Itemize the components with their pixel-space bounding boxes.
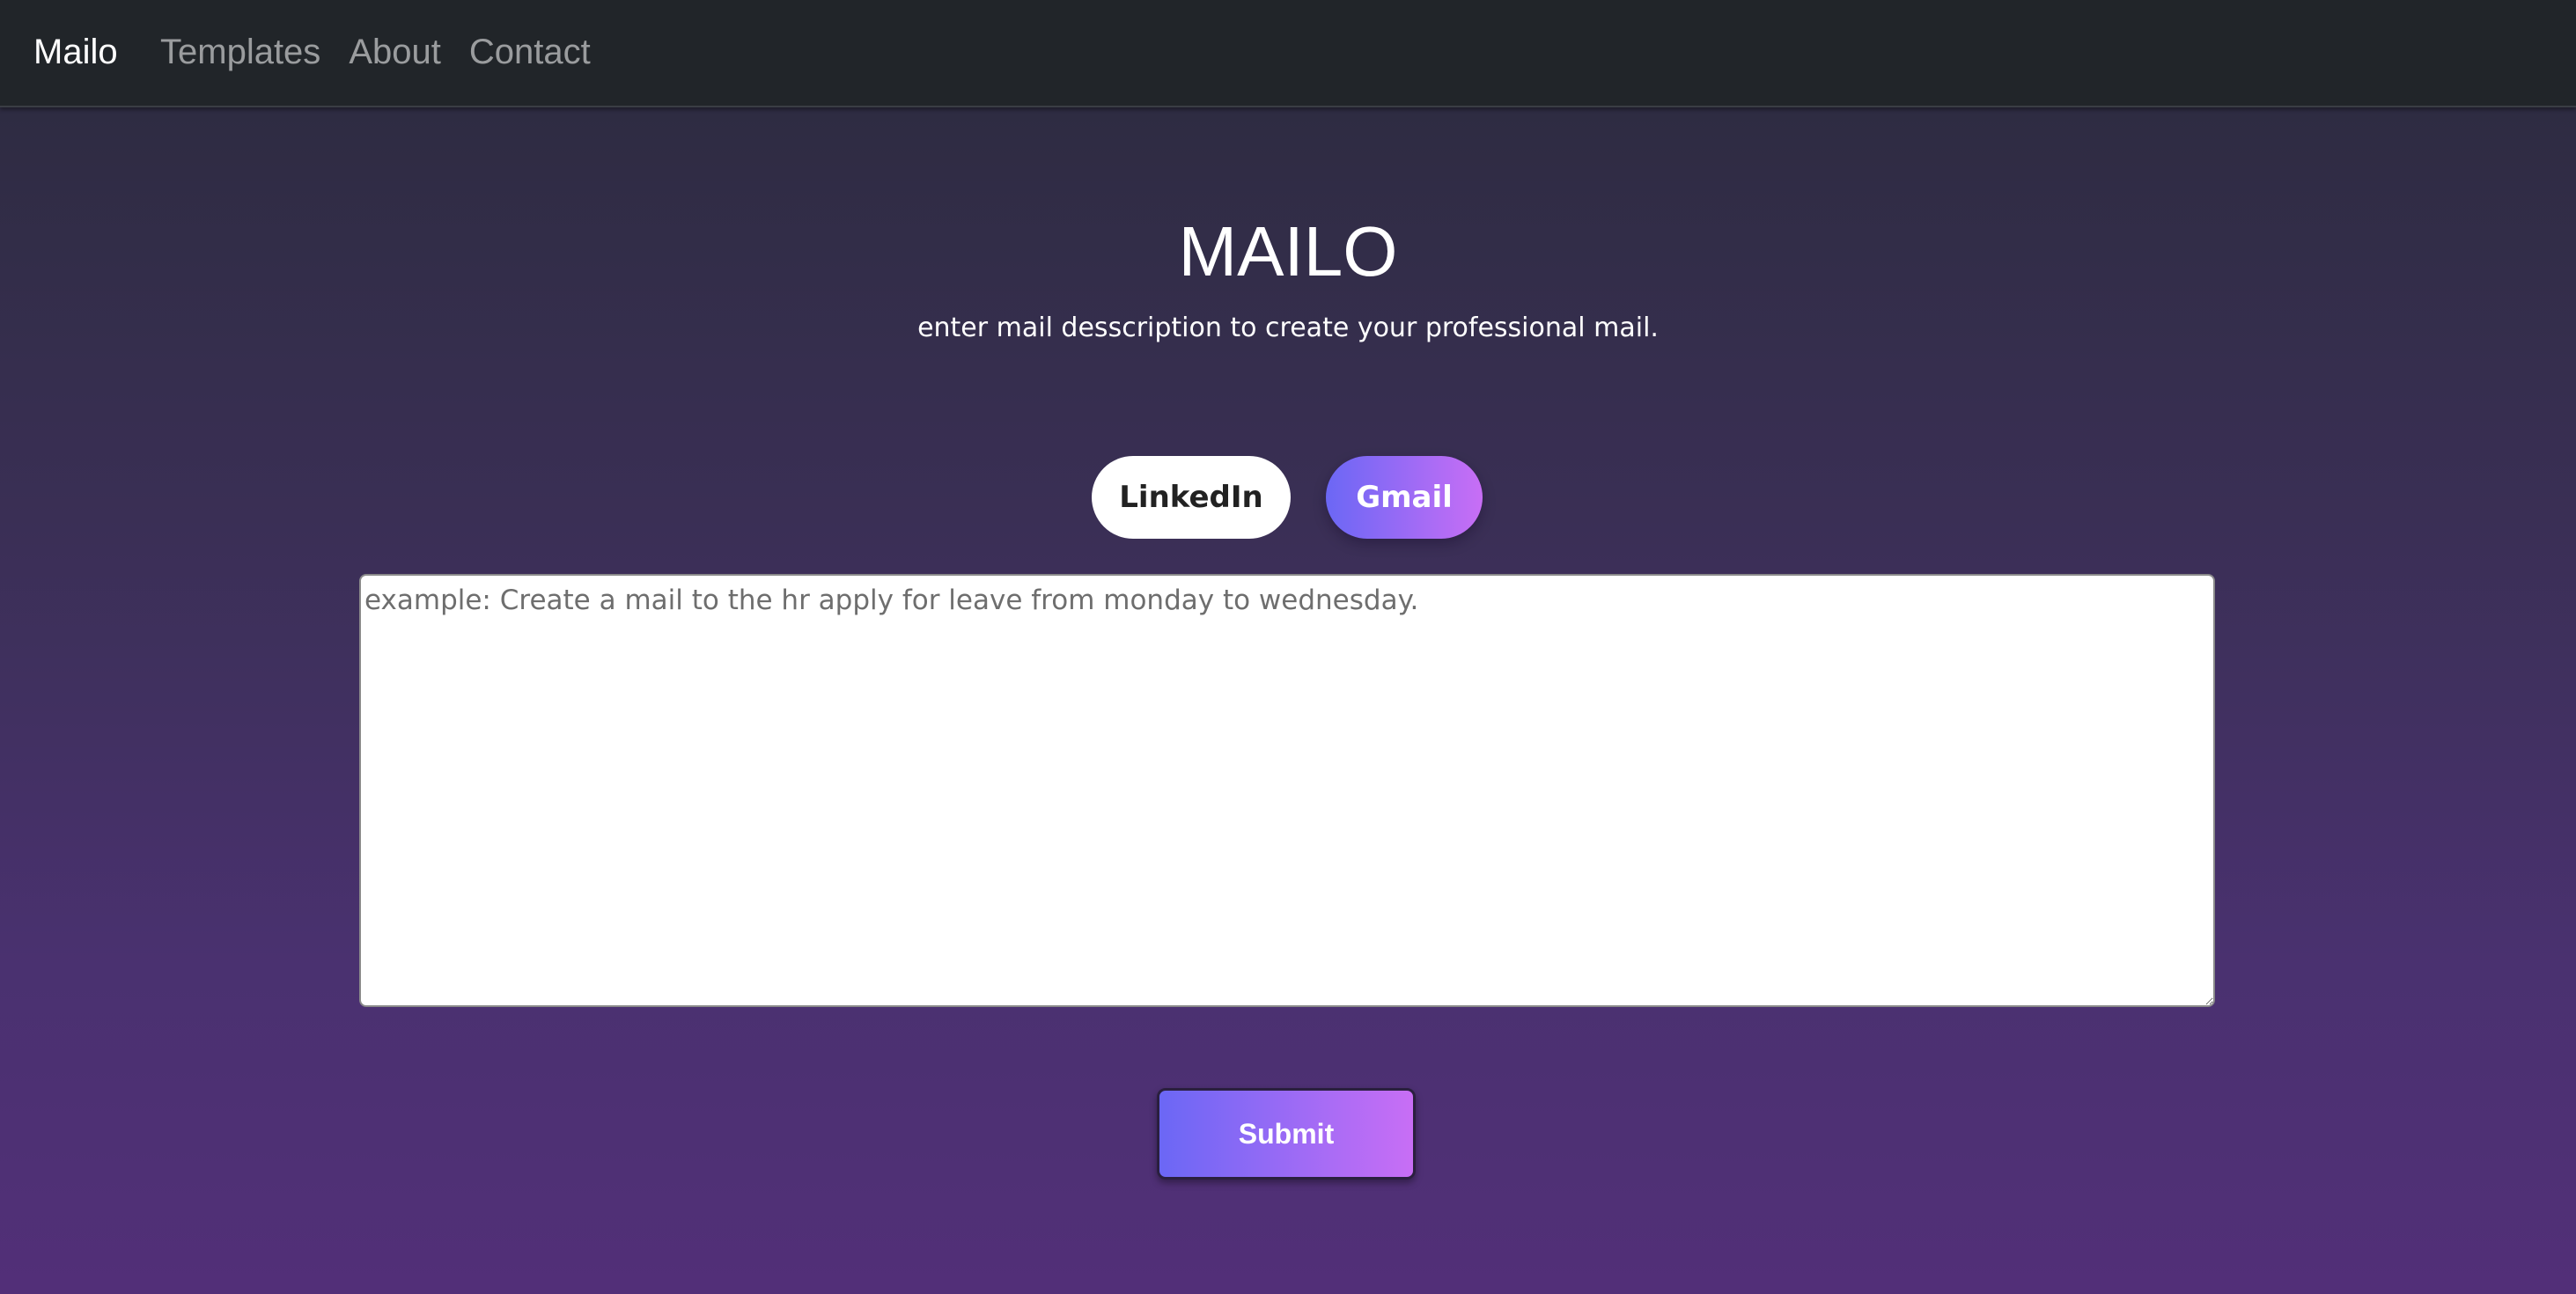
linkedin-button[interactable]: LinkedIn (1092, 456, 1291, 539)
page-subtitle: enter mail desscription to create your p… (917, 312, 1659, 343)
submit-button[interactable]: Submit (1157, 1088, 1416, 1180)
nav-link-contact[interactable]: Contact (469, 28, 591, 76)
nav-link-about[interactable]: About (349, 28, 441, 76)
top-navbar: Mailo Templates About Contact (0, 0, 2576, 107)
brand-link[interactable]: Mailo (33, 28, 118, 76)
nav-link-templates[interactable]: Templates (160, 28, 320, 76)
mail-description-input[interactable] (359, 574, 2215, 1007)
nav-links: Templates About Contact (160, 28, 591, 76)
page-title: MAILO (1178, 212, 1398, 290)
gmail-button[interactable]: Gmail (1326, 456, 1483, 539)
